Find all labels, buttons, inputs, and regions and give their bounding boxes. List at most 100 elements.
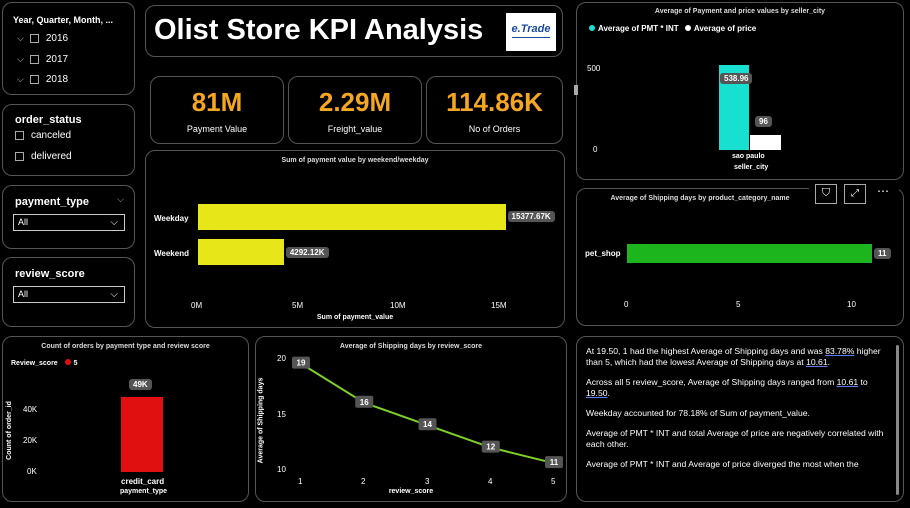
seller-city-chart[interactable]: Average of Payment and price values by s…	[574, 2, 904, 180]
svg-text:19: 19	[297, 359, 306, 368]
kpi-value: 2.29M	[318, 87, 392, 117]
chart-title: Sum of payment value by weekend/weekday	[281, 157, 429, 164]
bar-credit-card[interactable]	[121, 397, 163, 472]
data-label: 15377.67K	[507, 211, 555, 222]
kpi-label: Freight_value	[327, 124, 383, 134]
weekend-chart[interactable]: Sum of payment value by weekend/weekday …	[145, 150, 565, 328]
more-options-icon[interactable]: ⋯	[872, 184, 894, 202]
review-line-chart[interactable]: Average of Shipping days by review_score…	[255, 336, 567, 502]
payment-review-chart[interactable]: Count of orders by payment type and revi…	[2, 336, 249, 502]
visual-toolbar: ⛉ ⤢ ⋯	[809, 182, 899, 204]
data-label: 12	[481, 440, 500, 453]
date-item-2017[interactable]: ⌵ 2017	[17, 54, 68, 65]
focus-mode-icon[interactable]: ⤢	[844, 184, 866, 204]
x-tick: 5	[736, 300, 741, 309]
x-tick: 0	[624, 300, 629, 309]
checkbox[interactable]	[15, 130, 24, 140]
x-axis-label: review_score	[388, 488, 434, 495]
date-item-2016[interactable]: ⌵ 2016	[17, 33, 68, 44]
date-item-2018[interactable]: ⌵ 2018	[17, 74, 68, 85]
data-label: 16	[355, 395, 374, 408]
review-score-slicer: review_score All ⌵	[2, 257, 135, 327]
x-axis-label: payment_type	[120, 488, 168, 495]
x-tick: 10M	[390, 301, 406, 310]
checkbox[interactable]	[29, 33, 39, 43]
data-label: 96	[755, 116, 772, 127]
page-title: Olist Store KPI Analysis	[154, 14, 484, 46]
svg-text:16: 16	[360, 398, 369, 407]
bar-price[interactable]	[750, 134, 781, 150]
x-tick: 5M	[292, 301, 304, 310]
kpi-freight-value: 2.29M Freight_value	[288, 76, 422, 144]
shipping-category-chart[interactable]: Average of Shipping days by product_cate…	[576, 182, 904, 326]
series-line	[300, 362, 555, 465]
bar-weekend[interactable]	[198, 239, 284, 265]
smart-narrative: At 19.50, 1 had the highest Average of S…	[576, 336, 904, 502]
kpi-value: 114.86K	[446, 87, 543, 117]
bar-weekday[interactable]	[198, 204, 506, 230]
date-slicer: Year, Quarter, Month, ... ⌵ 2016 ⌵ 2017 ⌵ 2…	[2, 2, 135, 95]
x-tick: 10	[847, 300, 856, 309]
x-tick: 5	[551, 477, 556, 486]
chevron-down-icon[interactable]: ⌵	[17, 74, 24, 84]
checkbox[interactable]	[15, 151, 24, 161]
order-status-item-canceled[interactable]: canceled	[15, 130, 71, 141]
payment-type-dropdown[interactable]: All ⌵	[13, 214, 125, 231]
chevron-down-icon[interactable]: ⌵	[110, 215, 118, 230]
checkbox[interactable]	[29, 54, 39, 64]
narrative-paragraph: At 19.50, 1 had the highest Average of S…	[586, 346, 881, 367]
kpi-label: No of Orders	[468, 124, 521, 134]
category-label: pet_shop	[585, 249, 621, 258]
order-status-item-delivered[interactable]: delivered	[15, 151, 72, 162]
data-label: 49K	[129, 379, 152, 390]
x-axis-label: seller_city	[734, 164, 769, 171]
category-label: credit_card	[121, 477, 165, 486]
review-score-dropdown[interactable]: All ⌵	[13, 286, 125, 303]
payment-type-slicer: payment_type ⌵ All ⌵	[2, 185, 135, 249]
kpi-value: 81M	[191, 87, 243, 117]
x-tick: 4	[488, 477, 493, 486]
legend-dot-icon	[684, 25, 691, 31]
kpi-payment-value: 81M Payment Value	[150, 76, 284, 144]
line-plot: 19 16 14 12 11	[292, 356, 563, 469]
chevron-down-icon[interactable]: ⌵	[110, 287, 118, 302]
narrative-paragraph: Average of PMT * INT and total Average o…	[586, 428, 884, 449]
resize-handle[interactable]	[574, 85, 578, 95]
data-label: 11	[545, 456, 563, 469]
y-tick: 20K	[23, 436, 38, 445]
category-label: Weekday	[154, 214, 189, 223]
data-label: 14	[418, 418, 437, 431]
etrade-logo: e.Trade	[506, 13, 556, 51]
narrative-paragraph: Weekday accounted for 78.18% of Sum of p…	[586, 408, 810, 418]
chart-title: Average of Payment and price values by s…	[654, 8, 826, 15]
x-tick: 15M	[491, 301, 507, 310]
chevron-down-icon[interactable]: ⌵	[17, 54, 24, 64]
y-tick: 0K	[27, 467, 37, 476]
x-axis-label: Sum of payment_value	[316, 314, 394, 321]
logo-text: e.Trade	[511, 23, 551, 35]
category-label: Weekend	[154, 249, 189, 258]
order-status-title: order_status	[15, 114, 82, 126]
checkbox[interactable]	[29, 74, 39, 84]
data-label: 19	[292, 356, 310, 369]
legend: Average of PMT * INT Average of price	[589, 24, 756, 33]
chevron-down-icon[interactable]: ⌵	[117, 194, 124, 205]
kpi-label: Payment Value	[186, 124, 248, 134]
legend: Review_score 5	[11, 359, 78, 367]
narrative-paragraph: Across all 5 review_score, Average of Sh…	[586, 377, 868, 398]
scrollbar[interactable]	[896, 345, 899, 495]
filter-icon[interactable]: ⛉	[815, 184, 837, 204]
svg-text:14: 14	[423, 420, 432, 429]
header-banner: Olist Store KPI Analysis e.Trade	[145, 5, 563, 57]
category-label: sao paulo	[732, 153, 765, 160]
data-label: 11	[874, 248, 891, 259]
x-tick: 2	[361, 477, 366, 486]
review-score-title: review_score	[15, 268, 85, 280]
order-status-slicer: order_status canceled delivered	[2, 104, 135, 176]
chevron-down-icon[interactable]: ⌵	[17, 33, 24, 43]
x-tick: 1	[298, 477, 303, 486]
svg-text:12: 12	[486, 443, 495, 452]
y-tick: 40K	[23, 405, 38, 414]
bar-pet-shop[interactable]	[627, 244, 873, 263]
svg-text:11: 11	[550, 458, 559, 467]
